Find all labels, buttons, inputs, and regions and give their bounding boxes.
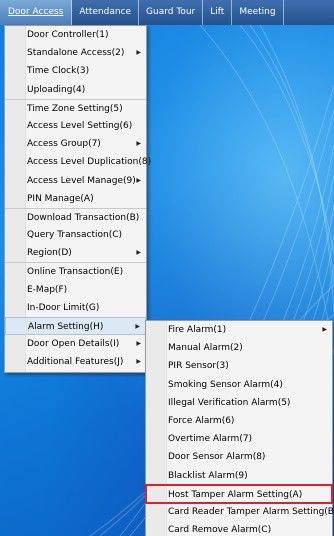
menu-item-label: Uploading(4)	[27, 84, 86, 95]
menu-item-door-sensor-alarm[interactable]: Door Sensor Alarm(8)	[146, 448, 332, 466]
menu-item-label: Card Reader Tamper Alarm Setting(B)	[168, 506, 334, 517]
menu-item-card-reader-tamper-alarm-setting[interactable]: Card Reader Tamper Alarm Setting(B)	[146, 503, 334, 521]
menu-item-label: Online Transaction(E)	[27, 267, 124, 278]
menu-item-label: Access Level Duplication(8)	[27, 157, 152, 168]
top-menu-attendance[interactable]: Attendance	[72, 0, 140, 25]
menu-item-label: Door Sensor Alarm(8)	[168, 452, 266, 463]
menu-item-manual-alarm[interactable]: Manual Alarm(2)	[146, 339, 332, 357]
menu-item-illegal-verification-alarm[interactable]: Illegal Verification Alarm(5)	[146, 394, 332, 412]
submenu-arrow-icon: ▶	[136, 358, 141, 366]
submenu-arrow-icon: ▶	[136, 140, 141, 148]
menu-item-label: Standalone Access(2)	[27, 48, 125, 59]
menu-item-pin-manage[interactable]: PIN Manage(A)	[5, 190, 146, 208]
menu-item-label: Access Level Manage(9)	[27, 175, 136, 186]
menu-item-pir-sensor[interactable]: PIR Sensor(3)	[146, 357, 332, 375]
menu-item-label: Download Transaction(B)	[27, 212, 140, 223]
menu-item-label: Smoking Sensor Alarm(4)	[168, 379, 283, 390]
menu-item-access-group[interactable]: Access Group(7) ▶	[5, 135, 146, 153]
menu-item-label: Host Tamper Alarm Setting(A)	[168, 489, 303, 500]
menu-item-card-remove-alarm[interactable]: Card Remove Alarm(C)	[146, 521, 332, 536]
submenu-arrow-icon: ▶	[136, 249, 141, 257]
menu-item-label: PIN Manage(A)	[27, 193, 94, 204]
menu-item-label: Overtime Alarm(7)	[168, 434, 253, 445]
submenu-arrow-icon: ▶	[322, 326, 327, 333]
top-menu-bar: Door Access Attendance Guard Tour Lift Meeti…	[0, 0, 334, 25]
menu-item-label: Illegal Verification Alarm(5)	[168, 397, 291, 408]
menu-item-access-level-manage[interactable]: Access Level Manage(9) ▶	[5, 172, 146, 190]
menu-item-label: Additional Features(J)	[27, 357, 124, 368]
menu-item-access-level-duplication[interactable]: Access Level Duplication(8)	[5, 153, 151, 171]
menu-item-label: Time Clock(3)	[27, 66, 90, 77]
menu-item-label: Time Zone Setting(5)	[27, 103, 123, 114]
menu-item-in-door-limit[interactable]: In-Door Limit(G)	[5, 299, 146, 317]
menu-item-label: Door Controller(1)	[27, 30, 109, 40]
door-access-menu: Door Controller(1) Standalone Access(2) ▶ T…	[4, 25, 151, 373]
submenu-arrow-icon: ▶	[135, 323, 140, 330]
menu-item-label: Query Transaction(C)	[27, 230, 123, 241]
alarm-setting-submenu: Fire Alarm(1) ▶ Manual Alarm(2) PIR Sensor(…	[145, 320, 334, 536]
menu-item-label: Fire Alarm(1)	[168, 325, 227, 335]
menu-item-time-zone-setting[interactable]: Time Zone Setting(5)	[5, 98, 146, 117]
menu-item-standalone-access[interactable]: Standalone Access(2) ▶	[5, 44, 146, 62]
menu-item-query-transaction[interactable]: Query Transaction(C)	[5, 226, 146, 244]
menu-item-label: Alarm Setting(H)	[28, 322, 104, 332]
menu-item-uploading[interactable]: Uploading(4)	[5, 81, 146, 99]
menu-item-label: Force Alarm(6)	[168, 415, 235, 426]
menu-item-additional-features[interactable]: Additional Features(J) ▶	[5, 353, 146, 371]
menu-item-force-alarm[interactable]: Force Alarm(6)	[146, 412, 332, 430]
menu-item-label: PIR Sensor(3)	[168, 361, 229, 372]
top-menu-meeting[interactable]: Meeting	[232, 0, 284, 25]
menu-item-label: Manual Alarm(2)	[168, 343, 243, 354]
menu-item-access-level-setting[interactable]: Access Level Setting(6)	[5, 117, 146, 135]
menu-item-time-clock[interactable]: Time Clock(3)	[5, 62, 146, 80]
menu-item-label: Access Level Setting(6)	[27, 120, 133, 131]
menu-item-label: Card Remove Alarm(C)	[168, 525, 272, 536]
menu-item-label: Access Group(7)	[27, 139, 101, 150]
menu-item-fire-alarm[interactable]: Fire Alarm(1) ▶	[146, 321, 332, 339]
menu-item-label: E-Map(F)	[27, 284, 68, 295]
menu-item-door-open-details[interactable]: Door Open Details(I) ▶	[5, 335, 146, 353]
top-menu-lift[interactable]: Lift	[203, 0, 233, 25]
submenu-arrow-icon: ▶	[136, 176, 141, 184]
menu-item-alarm-setting[interactable]: Alarm Setting(H) ▶	[5, 317, 146, 336]
menu-item-label: Region(D)	[27, 248, 72, 259]
submenu-arrow-icon: ▶	[136, 340, 141, 348]
menu-item-blacklist-alarm[interactable]: Blacklist Alarm(9)	[146, 467, 332, 485]
menu-item-region[interactable]: Region(D) ▶	[5, 244, 146, 262]
top-menu-guard-tour[interactable]: Guard Tour	[139, 0, 204, 25]
menu-item-overtime-alarm[interactable]: Overtime Alarm(7)	[146, 430, 332, 448]
menu-item-smoking-sensor-alarm[interactable]: Smoking Sensor Alarm(4)	[146, 376, 332, 394]
menu-item-host-tamper-alarm-setting[interactable]: Host Tamper Alarm Setting(A)	[145, 483, 333, 504]
submenu-arrow-icon: ▶	[136, 49, 141, 57]
menu-item-online-transaction[interactable]: Online Transaction(E)	[5, 262, 146, 280]
menu-item-label: Door Open Details(I)	[27, 339, 120, 350]
menu-item-label: Blacklist Alarm(9)	[168, 470, 248, 481]
menu-item-door-controller[interactable]: Door Controller(1)	[5, 26, 146, 44]
menu-item-e-map[interactable]: E-Map(F)	[5, 281, 146, 299]
menu-item-label: In-Door Limit(G)	[27, 302, 100, 313]
menu-item-download-transaction[interactable]: Download Transaction(B)	[5, 207, 146, 226]
top-menu-door-access[interactable]: Door Access	[0, 0, 73, 25]
